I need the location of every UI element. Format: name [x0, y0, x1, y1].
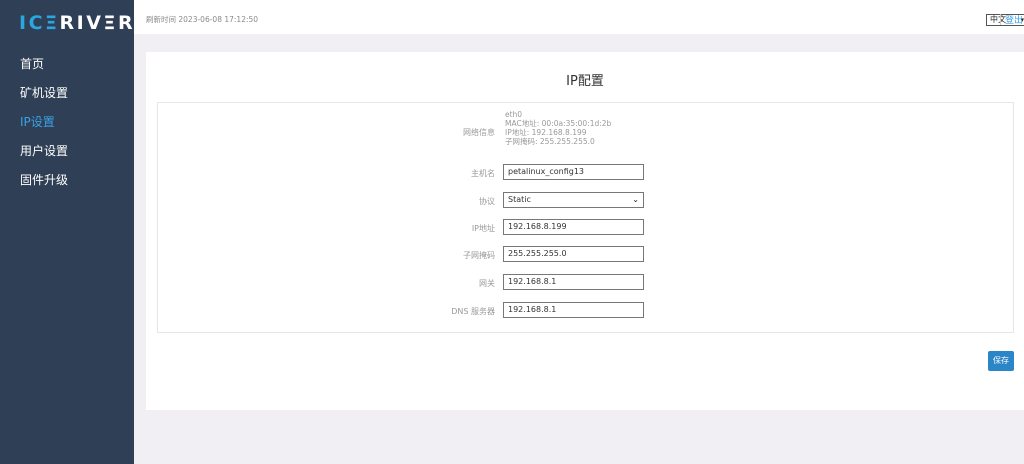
page-title: IP配置: [566, 74, 604, 89]
protocol-select-value: Static: [508, 195, 531, 204]
refresh-time-value: 2023-06-08 17:12:50: [178, 15, 259, 24]
sidebar-item-ip-settings[interactable]: IP设置: [0, 108, 134, 137]
chevron-down-icon: ⌄: [632, 195, 639, 204]
hostname-input[interactable]: petalinux_config13: [503, 164, 644, 180]
topbar-divider: [1000, 14, 1001, 25]
refresh-time: 刷新时间 2023-06-08 17:12:50: [146, 14, 258, 25]
network-info-interface: eth0: [505, 110, 523, 119]
dns-label: DNS 服务器: [451, 307, 495, 316]
ip-config-form: 网络信息 eth0 MAC地址: 00:0a:35:00:1d:2b IP地址:…: [157, 102, 1014, 333]
ip-address-label: IP地址: [471, 224, 495, 233]
gateway-input[interactable]: 192.168.8.1: [503, 274, 644, 290]
save-button[interactable]: 保存: [988, 351, 1014, 371]
brand-logo: ICΞRIVΞR: [19, 12, 135, 34]
refresh-time-label: 刷新时间: [146, 15, 176, 24]
network-info-mac: MAC地址: 00:0a:35:00:1d:2b: [505, 119, 612, 128]
netmask-input[interactable]: 255.255.255.0: [503, 246, 644, 262]
netmask-label: 子网掩码: [463, 251, 495, 260]
gateway-label: 网关: [479, 279, 495, 288]
network-info-label: 网络信息: [463, 128, 495, 137]
top-bar: 刷新时间 2023-06-08 17:12:50 中文 ▾ 登出: [134, 0, 1024, 34]
network-info-mask: 子网掩码: 255.255.255.0: [505, 137, 595, 146]
ip-address-input[interactable]: 192.168.8.199: [503, 219, 644, 235]
protocol-select[interactable]: Static ⌄: [503, 192, 644, 208]
ip-config-panel: IP配置 网络信息 eth0 MAC地址: 00:0a:35:00:1d:2b …: [146, 52, 1024, 410]
logout-link[interactable]: 登出: [1005, 13, 1023, 26]
sidebar-item-user-settings[interactable]: 用户设置: [0, 137, 134, 166]
sidebar: ICΞRIVΞR 首页 矿机设置 IP设置 用户设置 固件升级: [0, 0, 134, 464]
brand-wordmark: ICΞRIVΞR: [19, 12, 136, 34]
hostname-label: 主机名: [471, 169, 495, 178]
network-info-ip: IP地址: 192.168.8.199: [505, 128, 587, 137]
dns-input[interactable]: 192.168.8.1: [503, 302, 644, 318]
language-select-value: 中文: [990, 15, 1006, 24]
protocol-label: 协议: [479, 197, 495, 206]
sidebar-item-miner-settings[interactable]: 矿机设置: [0, 79, 134, 108]
sidebar-item-home[interactable]: 首页: [0, 50, 134, 79]
sidebar-nav: 首页 矿机设置 IP设置 用户设置 固件升级: [0, 50, 134, 195]
sidebar-item-firmware-upgrade[interactable]: 固件升级: [0, 166, 134, 195]
